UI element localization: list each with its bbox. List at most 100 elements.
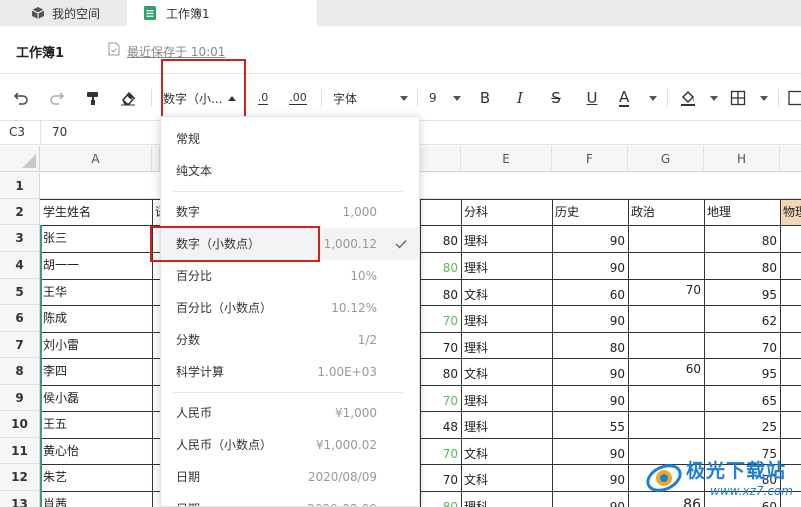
geography-cell[interactable]: 95 [704,358,780,385]
row-header[interactable]: 12 [0,464,40,491]
student-name-cell[interactable]: 刘小雷 [40,332,152,358]
student-name-cell[interactable]: 侯小磊 [40,385,152,411]
format-option[interactable]: 百分比 10% [161,260,419,292]
history-cell[interactable]: 60 [552,279,628,305]
geography-cell[interactable]: 80 [704,225,780,252]
student-name-cell[interactable]: 胡一一 [40,252,152,279]
geography-cell[interactable]: 62 [704,305,780,332]
score-cell[interactable]: 48 [420,411,461,438]
bold-button[interactable]: B [475,87,495,109]
student-name-cell[interactable]: 黄心怡 [40,438,152,464]
geography-cell[interactable]: 25 [704,411,780,438]
history-cell[interactable]: 90 [552,305,628,332]
formula-input[interactable]: 70 [52,125,67,139]
format-option[interactable]: 纯文本 [161,155,419,187]
column-header[interactable] [780,146,801,172]
header-cell[interactable]: 分科 [461,199,552,225]
score-cell[interactable]: 80 [420,225,461,252]
column-header[interactable]: H [704,146,780,172]
redo-button[interactable] [46,87,68,109]
row-header[interactable]: 13 [0,491,40,507]
track-cell[interactable]: 理科 [461,491,552,507]
column-header[interactable] [152,146,160,172]
header-cell[interactable]: 历史 [552,199,628,225]
row-header[interactable]: 1 [0,173,40,199]
row-header[interactable]: 3 [0,225,40,252]
track-cell[interactable]: 理科 [461,225,552,252]
row-header[interactable]: 4 [0,252,40,279]
header-cell[interactable]: 地理 [704,199,780,225]
politics-cell[interactable] [628,332,704,358]
student-name-cell[interactable]: 王华 [40,279,152,305]
politics-cell[interactable] [628,252,704,279]
strikethrough-button[interactable]: S [546,87,566,109]
column-header[interactable]: A [40,146,152,172]
italic-button[interactable]: I [510,87,530,109]
track-cell[interactable]: 理科 [461,385,552,411]
row-header[interactable]: 7 [0,332,40,358]
score-cell[interactable]: 70 [420,438,461,464]
score-cell[interactable]: 80 [420,252,461,279]
score-cell[interactable]: 70 [420,305,461,332]
increase-decimal-button[interactable]: .00 [286,87,310,109]
format-option[interactable]: 人民币（小数点） ¥1,000.02 [161,429,419,461]
row-header[interactable]: 5 [0,279,40,305]
politics-cell[interactable] [628,225,704,252]
font-family-dropdown[interactable]: 字体 [333,87,408,109]
politics-cell[interactable] [628,305,704,332]
column-header[interactable]: E [461,146,552,172]
select-all-corner[interactable] [0,146,40,172]
history-cell[interactable]: 90 [552,491,628,507]
clear-format-button[interactable] [117,87,139,109]
header-cell[interactable]: 政治 [628,199,704,225]
underline-button[interactable]: U [582,87,602,109]
geography-cell[interactable]: 95 [704,279,780,305]
column-header[interactable] [420,146,461,172]
geography-cell[interactable]: 80 [704,252,780,279]
track-cell[interactable]: 理科 [461,252,552,279]
track-cell[interactable]: 理科 [461,411,552,438]
track-cell[interactable]: 文科 [461,438,552,464]
header-cell[interactable]: 学生姓名 [40,199,152,225]
politics-cell[interactable] [628,385,704,411]
row-header[interactable]: 10 [0,411,40,438]
politics-cell[interactable]: 70 [628,279,704,305]
document-title[interactable]: 工作簿1 [16,42,64,61]
decrease-decimal-button[interactable]: .0 [252,87,274,109]
score-cell[interactable]: 80 [420,491,461,507]
score-cell[interactable]: 70 [420,464,461,491]
format-option[interactable]: 数字 1,000 [161,196,419,228]
borders-dropdown[interactable] [730,87,768,109]
geography-cell[interactable]: 70 [704,332,780,358]
student-name-cell[interactable]: 张三 [40,225,152,252]
score-cell[interactable]: 70 [420,385,461,411]
politics-cell[interactable] [628,411,704,438]
geography-cell[interactable]: 65 [704,385,780,411]
format-option[interactable]: 分数 1/2 [161,324,419,356]
student-name-cell[interactable]: 肖茜 [40,491,152,507]
politics-cell[interactable]: 60 [628,358,704,385]
header-cell[interactable]: 物理 [780,199,801,225]
column-header[interactable]: G [628,146,704,172]
track-cell[interactable]: 理科 [461,305,552,332]
row-header[interactable]: 2 [0,199,40,225]
row-header[interactable]: 9 [0,385,40,411]
save-status[interactable]: 最近保存于 10:01 [127,43,225,60]
font-color-dropdown[interactable]: A [619,87,657,109]
fill-color-dropdown[interactable] [680,87,718,109]
format-painter-button[interactable] [82,87,104,109]
history-cell[interactable]: 55 [552,411,628,438]
undo-button[interactable] [10,87,32,109]
history-cell[interactable]: 80 [552,332,628,358]
student-name-cell[interactable]: 朱艺 [40,464,152,491]
format-option[interactable]: 数字（小数点） 1,000.12 [161,228,419,260]
student-name-cell[interactable]: 王五 [40,411,152,438]
font-size-dropdown[interactable]: 9 [429,87,461,109]
format-option[interactable]: 常规 [161,123,419,155]
track-cell[interactable]: 理科 [461,332,552,358]
column-header[interactable]: F [552,146,628,172]
row-header[interactable]: 11 [0,438,40,464]
format-option[interactable]: 日期 2020/08/09 [161,461,419,493]
track-cell[interactable]: 文科 [461,464,552,491]
history-cell[interactable]: 90 [552,358,628,385]
